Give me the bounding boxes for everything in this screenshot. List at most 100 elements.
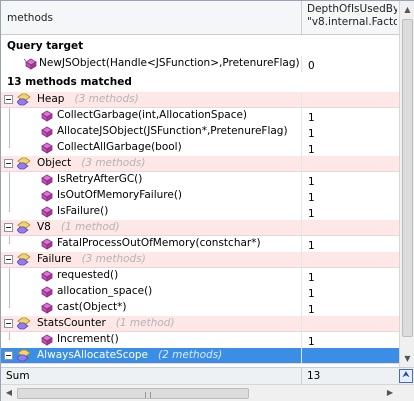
group-list: Heap (3 methods) CollectGarbage(int,Alloc… — [1, 92, 399, 364]
method-icon — [41, 142, 53, 154]
tree-line — [9, 108, 10, 124]
collapse-toggle-icon[interactable] — [4, 223, 13, 232]
method-name: NewJSObject(Handle<JSFunction>,Pretenure… — [39, 57, 300, 69]
method-row[interactable]: IsRetryAfterGC() 1 — [1, 172, 399, 188]
collapse-toggle-icon[interactable] — [4, 255, 13, 264]
method-icon — [41, 190, 53, 202]
metric-value: 1 — [308, 176, 315, 188]
method-row[interactable]: CollectGarbage(int,AllocationSpace) 1 — [1, 108, 399, 124]
tree-line — [9, 124, 10, 140]
method-row[interactable]: requested() 1 — [1, 268, 399, 284]
column-divider[interactable] — [301, 1, 302, 35]
method-row[interactable]: allocation_space() 1 — [1, 284, 399, 300]
metric-cell — [301, 92, 399, 107]
collapse-toggle-icon[interactable] — [4, 95, 13, 104]
column-methods-header[interactable]: methods — [7, 12, 53, 24]
method-name: CollectGarbage(int,AllocationSpace) — [57, 109, 248, 121]
metric-value: 0 — [308, 60, 315, 72]
group-method-count: (2 methods) — [158, 349, 223, 361]
section-matched: 13 methods matched — [1, 72, 399, 92]
method-row[interactable]: Increment() 1 — [1, 332, 399, 348]
vertical-scroll-thumb[interactable] — [402, 19, 413, 337]
scroll-up-icon[interactable]: ▲ — [401, 2, 414, 17]
metric-cell — [301, 316, 399, 331]
method-name: CollectAllGarbage(bool) — [57, 141, 182, 153]
query-target-row[interactable]: NewJSObject(Handle<JSFunction>,Pretenure… — [1, 56, 399, 72]
type-icon — [17, 221, 31, 234]
method-icon — [41, 126, 53, 138]
horizontal-scrollbar[interactable]: ◀ ▶ — [1, 384, 414, 401]
metric-value: 1 — [308, 112, 315, 124]
group-row[interactable]: StatsCounter (1 method) — [1, 316, 399, 332]
metric-cell: 1 — [301, 124, 399, 140]
sum-bar: Sum 13 ⮝ — [1, 367, 414, 385]
method-row[interactable]: IsOutOfMemoryFailure() 1 — [1, 188, 399, 204]
group-row[interactable]: Heap (3 methods) — [1, 92, 399, 108]
metric-value: 1 — [308, 208, 315, 220]
metric-cell: 1 — [301, 236, 399, 252]
group-method-count: (1 method) — [60, 221, 120, 233]
metric-value: 1 — [308, 336, 315, 348]
collapse-toggle-icon[interactable] — [4, 351, 13, 360]
tree-line — [9, 332, 10, 340]
method-name: Increment() — [57, 333, 119, 345]
metric-cell: 1 — [301, 140, 399, 156]
metric-cell: 1 — [301, 108, 399, 124]
metric-cell — [301, 348, 399, 363]
column-metric-header[interactable]: DepthOfIsUsedBy "v8.internal.Factor — [307, 3, 397, 29]
type-icon — [17, 253, 31, 266]
group-row[interactable]: Object (3 methods) — [1, 156, 399, 172]
scroll-down-icon[interactable]: ▼ — [401, 351, 414, 366]
metric-cell — [301, 156, 399, 171]
column-header: methods DepthOfIsUsedBy "v8.internal.Fac… — [1, 1, 399, 35]
method-icon — [41, 270, 53, 282]
group-name: Heap — [37, 93, 65, 105]
type-icon — [17, 157, 31, 170]
tree-line — [9, 172, 10, 188]
metric-header-line-2: "v8.internal.Factor — [307, 16, 397, 28]
type-icon — [17, 93, 31, 106]
metric-cell: 1 — [301, 332, 399, 348]
method-icon — [41, 174, 53, 186]
sum-divider — [301, 368, 302, 385]
metric-cell — [301, 252, 399, 267]
metric-cell: 1 — [301, 284, 399, 300]
horizontal-scroll-thumb[interactable] — [17, 388, 249, 399]
group-row[interactable]: V8 (1 method) — [1, 220, 399, 236]
group-label: AlwaysAllocateScope (2 methods) — [37, 349, 222, 361]
method-row[interactable]: CollectAllGarbage(bool) 1 — [1, 140, 399, 156]
group-label: Failure (3 methods) — [37, 253, 146, 265]
method-row[interactable]: FatalProcessOutOfMemory(constchar*) 1 — [1, 236, 399, 252]
collapse-sum-button[interactable]: ⮝ — [399, 369, 413, 383]
section-title: 13 methods matched — [7, 76, 132, 88]
query-results-panel: methods DepthOfIsUsedBy "v8.internal.Fac… — [0, 0, 414, 401]
metric-value: 1 — [308, 144, 315, 156]
grip-icon — [145, 392, 151, 398]
metric-cell: 1 — [301, 268, 399, 284]
scroll-left-icon[interactable]: ◀ — [2, 386, 16, 400]
group-row[interactable]: AlwaysAllocateScope (2 methods) — [1, 348, 399, 364]
method-icon — [23, 58, 37, 70]
tree-line — [9, 140, 10, 148]
method-row[interactable]: AllocateJSObject(JSFunction*,PretenureFl… — [1, 124, 399, 140]
metric-cell: 1 — [301, 204, 399, 220]
scroll-right-icon[interactable]: ▶ — [383, 386, 397, 400]
metric-cell — [301, 220, 399, 235]
collapse-toggle-icon[interactable] — [4, 159, 13, 168]
group-label: V8 (1 method) — [37, 221, 120, 233]
method-name: IsOutOfMemoryFailure() — [57, 189, 183, 201]
collapse-toggle-icon[interactable] — [4, 319, 13, 328]
method-icon — [41, 286, 53, 298]
method-row[interactable]: IsFailure() 1 — [1, 204, 399, 220]
tree-line — [9, 300, 10, 308]
tree-line — [9, 204, 10, 212]
method-row[interactable]: cast(Object*) 1 — [1, 300, 399, 316]
group-method-count: (1 method) — [115, 317, 175, 329]
vertical-scrollbar[interactable]: ▲ ▼ — [399, 1, 414, 367]
section-title: Query target — [7, 40, 84, 52]
group-row[interactable]: Failure (3 methods) — [1, 252, 399, 268]
method-icon — [41, 302, 53, 314]
metric-value: 1 — [308, 240, 315, 252]
method-icon — [41, 206, 53, 218]
method-icon — [41, 110, 53, 122]
